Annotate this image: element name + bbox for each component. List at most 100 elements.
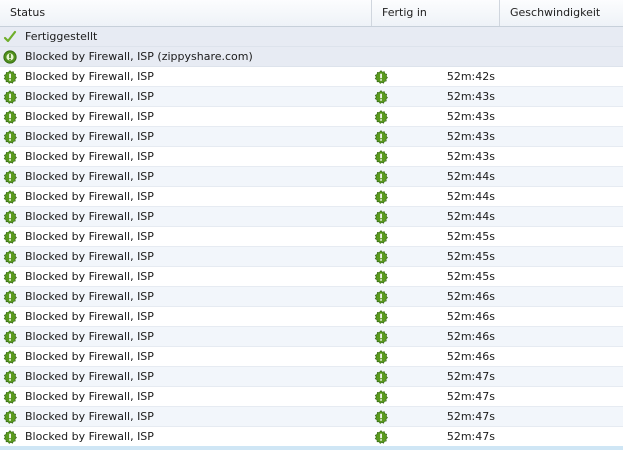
table-row[interactable]: Blocked by Firewall, ISP 52m:46s bbox=[0, 307, 623, 327]
warning-seal-icon bbox=[374, 310, 388, 324]
warning-seal-icon bbox=[374, 130, 388, 144]
table-row[interactable]: Blocked by Firewall, ISP 52m:43s bbox=[0, 87, 623, 107]
warning-seal-icon bbox=[374, 390, 388, 404]
status-text: Blocked by Firewall, ISP bbox=[25, 250, 154, 263]
warning-seal-icon bbox=[3, 210, 17, 224]
warning-seal-icon bbox=[374, 350, 388, 364]
download-rows: Blocked by Firewall, ISP 52m:42s Blocked b… bbox=[0, 67, 623, 447]
blocked-host-icon bbox=[3, 50, 17, 64]
fertig-in-text: 52m:44s bbox=[446, 190, 495, 203]
fertig-in-text: 52m:46s bbox=[446, 310, 495, 323]
fertig-in-text: 52m:47s bbox=[446, 430, 495, 443]
bottom-scroll-edge bbox=[0, 446, 623, 450]
table-row[interactable]: Blocked by Firewall, ISP 52m:45s bbox=[0, 247, 623, 267]
status-text: Blocked by Firewall, ISP bbox=[25, 70, 154, 83]
fertig-in-text: 52m:43s bbox=[446, 150, 495, 163]
table-row[interactable]: Blocked by Firewall, ISP 52m:47s bbox=[0, 367, 623, 387]
table-row[interactable]: Blocked by Firewall, ISP 52m:42s bbox=[0, 67, 623, 87]
table-row[interactable]: Blocked by Firewall, ISP 52m:43s bbox=[0, 127, 623, 147]
warning-seal-icon bbox=[374, 250, 388, 264]
fertig-in-text: 52m:47s bbox=[446, 390, 495, 403]
status-text: Blocked by Firewall, ISP bbox=[25, 190, 154, 203]
fertig-in-text: 52m:46s bbox=[446, 330, 495, 343]
status-text: Blocked by Firewall, ISP bbox=[25, 390, 154, 403]
warning-seal-icon bbox=[374, 230, 388, 244]
fertig-in-text: 52m:45s bbox=[446, 250, 495, 263]
status-text: Blocked by Firewall, ISP bbox=[25, 330, 154, 343]
fertig-in-text: 52m:47s bbox=[446, 410, 495, 423]
table-row[interactable]: Blocked by Firewall, ISP 52m:47s bbox=[0, 407, 623, 427]
fertig-in-text: 52m:45s bbox=[446, 230, 495, 243]
warning-seal-icon bbox=[3, 310, 17, 324]
warning-seal-icon bbox=[374, 110, 388, 124]
warning-seal-icon bbox=[3, 330, 17, 344]
warning-seal-icon bbox=[374, 70, 388, 84]
warning-seal-icon bbox=[3, 130, 17, 144]
fertig-in-text: 52m:43s bbox=[446, 130, 495, 143]
table-row[interactable]: Blocked by Firewall, ISP 52m:46s bbox=[0, 327, 623, 347]
group-row-fertiggestellt[interactable]: Fertiggestellt bbox=[0, 27, 623, 47]
warning-seal-icon bbox=[3, 410, 17, 424]
status-text: Blocked by Firewall, ISP bbox=[25, 290, 154, 303]
column-header-bar: Status Fertig in Geschwindigkeit bbox=[0, 0, 623, 27]
fertig-in-text: 52m:42s bbox=[446, 70, 495, 83]
table-row[interactable]: Blocked by Firewall, ISP 52m:46s bbox=[0, 287, 623, 307]
status-text: Blocked by Firewall, ISP bbox=[25, 90, 154, 103]
column-header-geschwindigkeit[interactable]: Geschwindigkeit bbox=[500, 0, 623, 26]
warning-seal-icon bbox=[374, 190, 388, 204]
warning-seal-icon bbox=[3, 270, 17, 284]
column-header-status[interactable]: Status bbox=[0, 0, 372, 26]
table-row[interactable]: Blocked by Firewall, ISP 52m:43s bbox=[0, 147, 623, 167]
table-row[interactable]: Blocked by Firewall, ISP 52m:44s bbox=[0, 207, 623, 227]
fertig-in-text: 52m:44s bbox=[446, 210, 495, 223]
warning-seal-icon bbox=[3, 170, 17, 184]
warning-seal-icon bbox=[3, 150, 17, 164]
warning-seal-icon bbox=[374, 430, 388, 444]
table-row[interactable]: Blocked by Firewall, ISP 52m:45s bbox=[0, 267, 623, 287]
table-row[interactable]: Blocked by Firewall, ISP 52m:44s bbox=[0, 187, 623, 207]
column-header-fertig-in[interactable]: Fertig in bbox=[372, 0, 500, 26]
warning-seal-icon bbox=[374, 370, 388, 384]
warning-seal-icon bbox=[3, 370, 17, 384]
fertig-in-text: 52m:47s bbox=[446, 370, 495, 383]
status-text: Blocked by Firewall, ISP bbox=[25, 110, 154, 123]
warning-seal-icon bbox=[3, 230, 17, 244]
status-text: Blocked by Firewall, ISP bbox=[25, 430, 154, 443]
status-text: Blocked by Firewall, ISP bbox=[25, 170, 154, 183]
warning-seal-icon bbox=[374, 410, 388, 424]
status-text: Blocked by Firewall, ISP bbox=[25, 410, 154, 423]
warning-seal-icon bbox=[3, 430, 17, 444]
warning-seal-icon bbox=[3, 390, 17, 404]
table-row[interactable]: Blocked by Firewall, ISP 52m:46s bbox=[0, 347, 623, 367]
group-label: Blocked by Firewall, ISP (zippyshare.com… bbox=[25, 50, 253, 63]
fertig-in-text: 52m:46s bbox=[446, 350, 495, 363]
warning-seal-icon bbox=[374, 90, 388, 104]
warning-seal-icon bbox=[3, 350, 17, 364]
fertig-in-text: 52m:43s bbox=[446, 110, 495, 123]
group-label: Fertiggestellt bbox=[25, 30, 98, 43]
warning-seal-icon bbox=[374, 270, 388, 284]
warning-seal-icon bbox=[374, 330, 388, 344]
status-text: Blocked by Firewall, ISP bbox=[25, 310, 154, 323]
warning-seal-icon bbox=[3, 190, 17, 204]
status-text: Blocked by Firewall, ISP bbox=[25, 230, 154, 243]
status-text: Blocked by Firewall, ISP bbox=[25, 210, 154, 223]
warning-seal-icon bbox=[3, 70, 17, 84]
warning-seal-icon bbox=[3, 250, 17, 264]
warning-seal-icon bbox=[3, 110, 17, 124]
table-row[interactable]: Blocked by Firewall, ISP 52m:47s bbox=[0, 387, 623, 407]
warning-seal-icon bbox=[374, 290, 388, 304]
group-row-blocked-zippyshare[interactable]: Blocked by Firewall, ISP (zippyshare.com… bbox=[0, 47, 623, 67]
status-text: Blocked by Firewall, ISP bbox=[25, 130, 154, 143]
warning-seal-icon bbox=[374, 170, 388, 184]
warning-seal-icon bbox=[3, 90, 17, 104]
table-row[interactable]: Blocked by Firewall, ISP 52m:43s bbox=[0, 107, 623, 127]
fertig-in-text: 52m:45s bbox=[446, 270, 495, 283]
table-row[interactable]: Blocked by Firewall, ISP 52m:44s bbox=[0, 167, 623, 187]
table-row[interactable]: Blocked by Firewall, ISP 52m:47s bbox=[0, 427, 623, 447]
fertig-in-text: 52m:43s bbox=[446, 90, 495, 103]
table-row[interactable]: Blocked by Firewall, ISP 52m:45s bbox=[0, 227, 623, 247]
fertig-in-text: 52m:46s bbox=[446, 290, 495, 303]
status-text: Blocked by Firewall, ISP bbox=[25, 270, 154, 283]
download-list: Fertiggestellt Blocked by Firewall, ISP … bbox=[0, 27, 623, 447]
